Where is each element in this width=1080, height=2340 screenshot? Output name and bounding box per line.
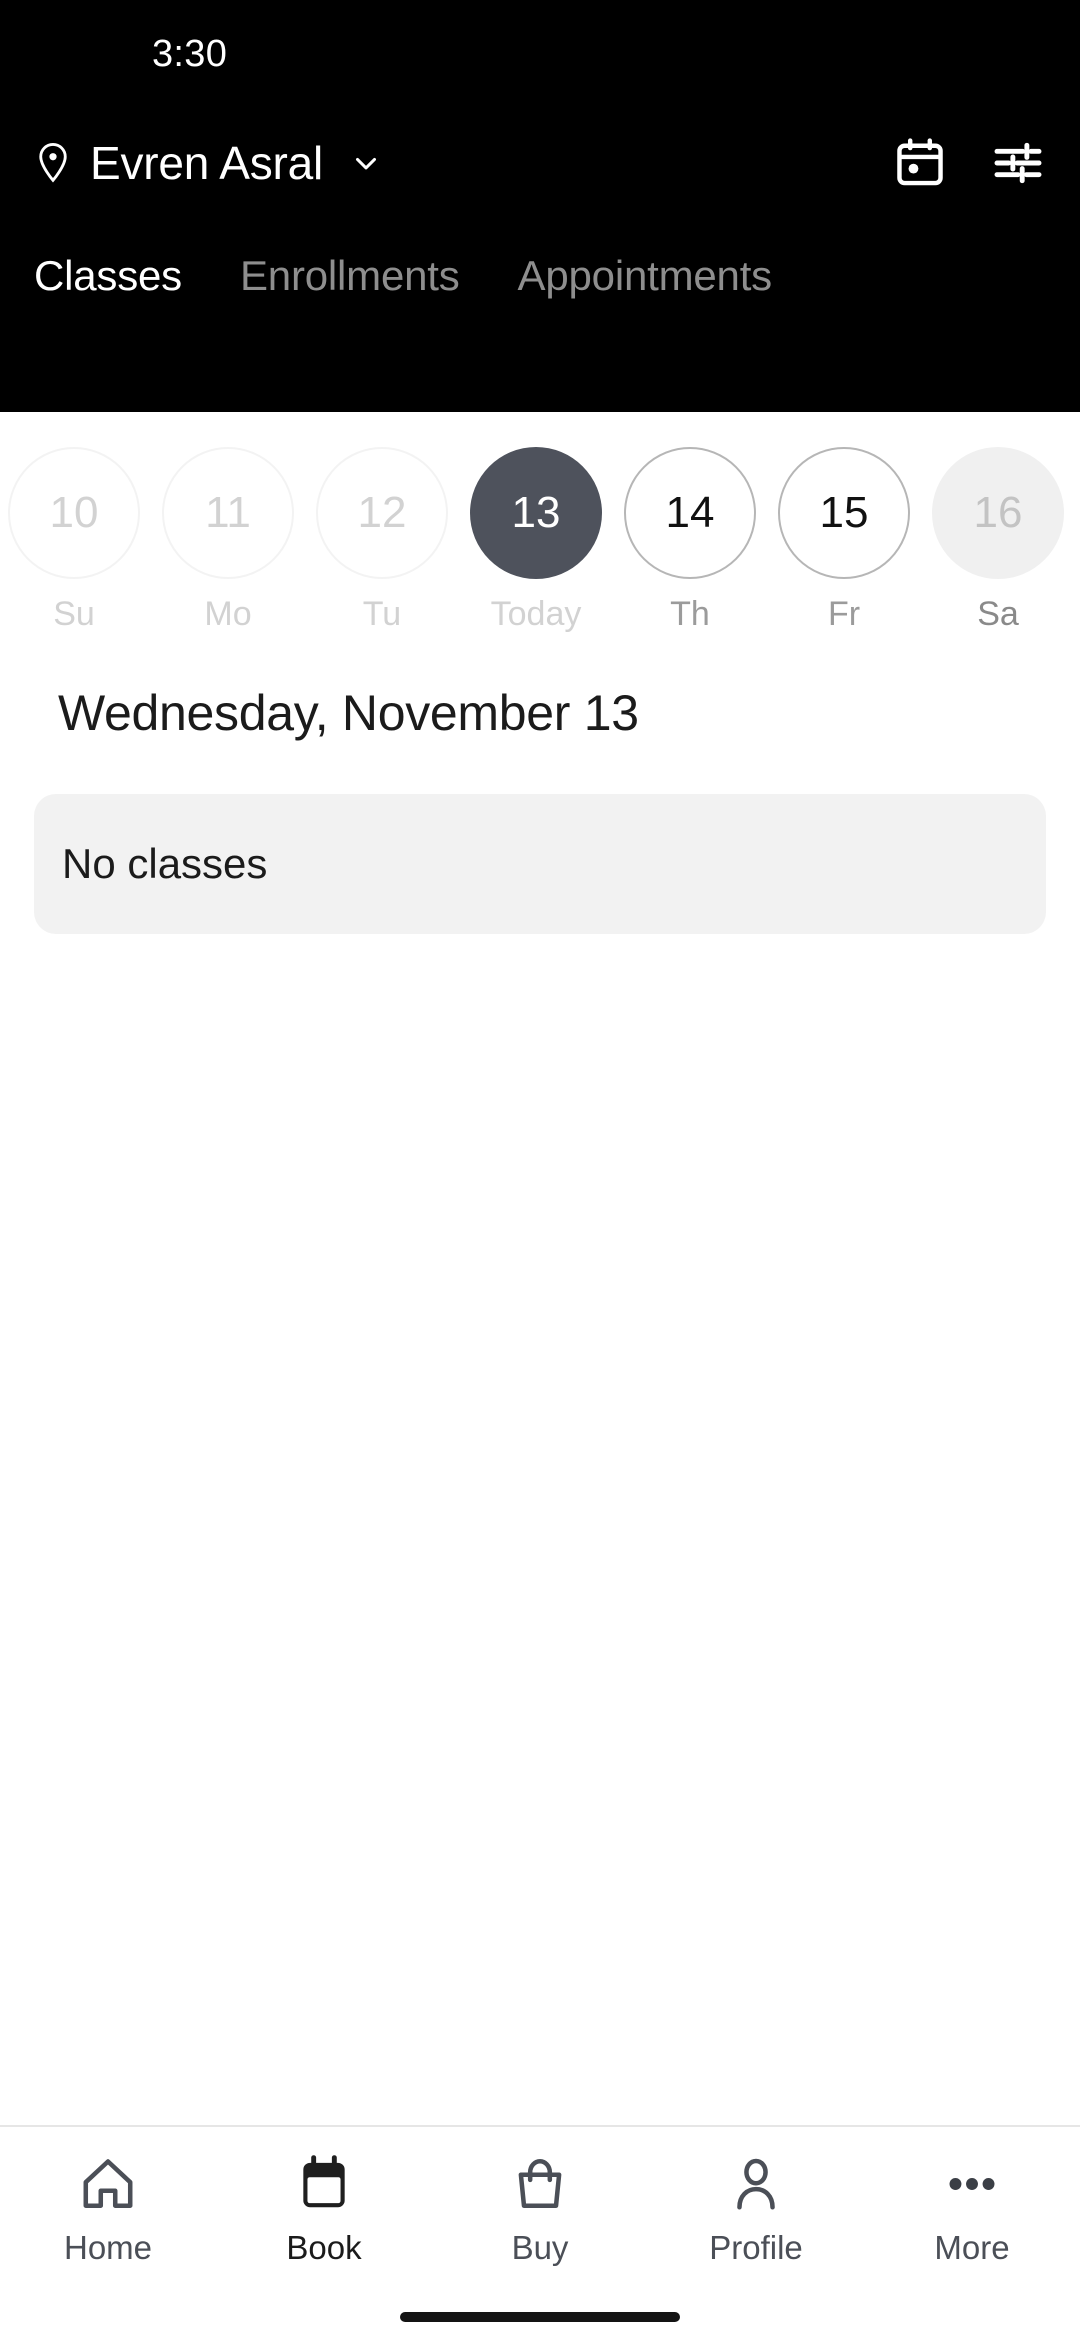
date-circle[interactable]: 11 <box>162 447 294 579</box>
nav-label-more: More <box>934 2229 1010 2266</box>
location-selector[interactable]: Evren Asral <box>34 136 892 190</box>
chevron-down-icon <box>356 157 377 170</box>
date-cell-13-today[interactable]: 13 Today <box>470 447 602 634</box>
date-weekday-label: Fr <box>827 595 861 633</box>
date-weekday-label-today: Today <box>490 595 582 633</box>
date-cell-15[interactable]: 15 Fr <box>778 447 910 634</box>
date-circle-selected[interactable]: 13 <box>470 447 602 579</box>
shopping-bag-icon <box>518 2159 562 2208</box>
home-icon <box>83 2159 133 2208</box>
date-circle[interactable]: 16 <box>932 447 1064 579</box>
no-classes-text: No classes <box>62 840 268 887</box>
date-weekday-label: Mo <box>204 595 252 633</box>
date-cell-10[interactable]: 10 Su <box>8 447 140 634</box>
filter-sliders-icon[interactable] <box>990 135 1046 191</box>
location-name: Evren Asral <box>90 137 324 189</box>
date-circle[interactable]: 14 <box>624 447 756 579</box>
nav-item-more[interactable]: More <box>864 2153 1080 2267</box>
date-cell-14[interactable]: 14 Th <box>624 447 756 634</box>
status-bar-clock: 3:30 <box>152 32 228 75</box>
date-circle[interactable]: 10 <box>8 447 140 579</box>
selected-date-heading: Wednesday, November 13 <box>58 685 639 741</box>
app-bar: Evren Asral <box>0 108 1080 218</box>
calendar-icon[interactable] <box>892 135 948 191</box>
person-icon <box>737 2158 775 2210</box>
nav-item-buy[interactable]: Buy <box>432 2153 648 2267</box>
date-circle[interactable]: 12 <box>316 447 448 579</box>
date-circle[interactable]: 15 <box>778 447 910 579</box>
date-weekday-label: Sa <box>977 595 1019 633</box>
date-cell-11[interactable]: 11 Mo <box>162 447 294 634</box>
no-classes-card: No classes <box>34 794 1046 934</box>
nav-label-buy: Buy <box>511 2229 569 2266</box>
nav-item-profile[interactable]: Profile <box>648 2153 864 2267</box>
status-bar: 3:30 <box>0 0 1080 108</box>
gesture-home-indicator[interactable] <box>400 2312 680 2322</box>
date-weekday-label: Th <box>670 595 710 633</box>
more-dots-icon <box>949 2178 995 2190</box>
date-weekday-label: Tu <box>362 595 402 633</box>
calendar-filled-icon <box>303 2155 345 2208</box>
date-cell-16[interactable]: 16 Sa <box>932 447 1064 634</box>
nav-label-profile: Profile <box>709 2229 803 2266</box>
app-bar-actions <box>892 135 1046 191</box>
tab-appointments[interactable]: Appointments <box>518 252 773 300</box>
tab-enrollments[interactable]: Enrollments <box>240 252 460 300</box>
tab-classes[interactable]: Classes <box>34 252 182 300</box>
app-header: 3:30 Evren Asral Classes Enrollments App… <box>0 0 1080 412</box>
date-weekday-label: Su <box>53 595 95 633</box>
location-pin-icon <box>39 143 67 183</box>
nav-item-book[interactable]: Book <box>216 2153 432 2267</box>
date-strip[interactable]: 10 Su 11 Mo 12 Tu 13 Today 14 Th 15 Fr 1… <box>0 412 1080 634</box>
nav-label-home: Home <box>63 2229 153 2266</box>
bottom-navigation-bar: Home Book Buy Profile More <box>0 2125 1080 2340</box>
tab-bar: Classes Enrollments Appointments <box>0 252 1080 300</box>
nav-item-home[interactable]: Home <box>0 2153 216 2267</box>
nav-label-book: Book <box>286 2229 362 2266</box>
date-cell-12[interactable]: 12 Tu <box>316 447 448 634</box>
